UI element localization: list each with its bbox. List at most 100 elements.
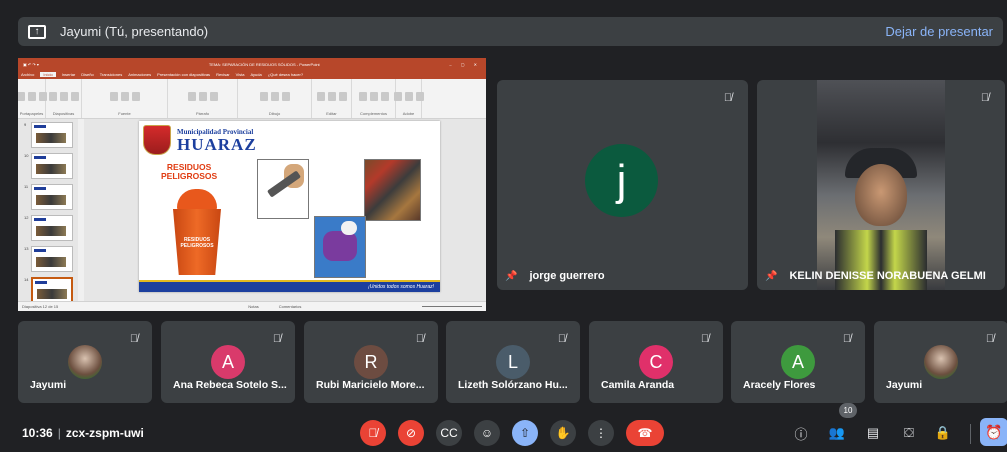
participants-count-badge: 10 xyxy=(839,403,857,418)
stop-presenting-button[interactable]: Dejar de presentar xyxy=(885,24,993,39)
slide-number: 13 xyxy=(24,246,29,251)
activities-button[interactable]: ⛋ xyxy=(898,422,920,444)
slide-footer-text: ¡Unidos todos somos Huaraz! xyxy=(368,284,434,290)
pin-icon[interactable]: 📌 xyxy=(765,271,777,282)
ppt-comments-button[interactable]: Comentarios xyxy=(279,304,302,309)
ppt-menu-tab[interactable]: Inicio xyxy=(40,72,56,77)
slide-preview xyxy=(31,153,73,179)
ribbon-group[interactable]: Párrafo xyxy=(168,79,238,118)
ppt-menu-tab[interactable]: Insertar xyxy=(62,72,76,77)
ppt-menu-tab[interactable]: Transiciones xyxy=(100,72,123,77)
participant-name: 📌 jorge guerrero xyxy=(505,270,605,282)
participant-tile[interactable]: 🎙̸ Jayumi xyxy=(874,321,1007,403)
emoji-button[interactable]: ☺ xyxy=(474,420,500,446)
participant-tile-kelin[interactable]: 🎙̸ 📌 KELIN DENISSE NORABUENA GELMI xyxy=(757,80,1005,290)
slide-area: Municipalidad Provincial HUARAZ RESIDUOS… xyxy=(84,119,486,301)
more-vert-icon: ⋮ xyxy=(595,426,607,440)
alarm-button[interactable]: ⏰ xyxy=(980,418,1007,446)
ribbon-group-label: Portapapeles xyxy=(19,111,44,116)
slide-preview xyxy=(31,122,73,148)
participant-tile[interactable]: 🎙̸ C Camila Aranda xyxy=(589,321,723,403)
lock-person-icon: 🔒 xyxy=(934,425,952,440)
ribbon-group[interactable]: Adobe xyxy=(393,79,424,118)
ribbon-group[interactable]: Diapositivas xyxy=(46,79,82,118)
people-button[interactable]: 👥 xyxy=(826,422,848,444)
slide-thumbnails: 9101112131415 xyxy=(18,119,78,311)
alarm-icon: ⏰ xyxy=(985,423,1003,440)
mic-off-icon: 🎙̸ xyxy=(980,92,990,104)
host-controls-button[interactable]: 🔒 xyxy=(932,422,954,444)
ribbon-group[interactable]: Dibujo xyxy=(238,79,312,118)
mic-off-icon: 🎙̸ xyxy=(842,333,852,345)
avatar: L xyxy=(496,345,530,379)
ribbon-group-label: Fuente xyxy=(118,111,131,116)
slide-thumbnail[interactable]: 9 xyxy=(24,122,75,148)
camera-toggle-button[interactable]: ⊘ xyxy=(398,420,424,446)
people-icon: 👥 xyxy=(828,425,846,440)
ribbon-group-label: Editar xyxy=(326,111,337,116)
participant-name: Ana Rebeca Sotelo S... xyxy=(173,379,287,391)
participant-name: Lizeth Solórzano Hu... xyxy=(458,379,568,391)
more-options-button[interactable]: ⋮ xyxy=(588,420,614,446)
participant-tile[interactable]: 🎙̸ L Lizeth Solórzano Hu... xyxy=(446,321,580,403)
participant-name: 📌 KELIN DENISSE NORABUENA GELMI xyxy=(765,270,986,282)
participant-name: Jayumi xyxy=(30,379,67,391)
mic-off-icon: 🎙̸ xyxy=(129,333,139,345)
ribbon-group-label: Dibujo xyxy=(268,111,281,116)
ppt-zoom-slider[interactable] xyxy=(422,306,482,307)
slide-number: 14 xyxy=(24,277,29,282)
bin-label-line2: PELIGROSOS xyxy=(180,243,214,249)
presenting-banner: ↑ Jayumi (Tú, presentando) Dejar de pres… xyxy=(18,17,1003,46)
slide-number: 11 xyxy=(24,184,29,189)
slide-thumbnail[interactable]: 13 xyxy=(24,246,75,272)
ppt-menu-tab[interactable]: Animaciones xyxy=(128,72,151,77)
ribbon-group[interactable]: Fuente xyxy=(82,79,168,118)
current-slide: Municipalidad Provincial HUARAZ RESIDUOS… xyxy=(139,121,440,292)
participant-tile[interactable]: 🎙̸ Jayumi xyxy=(18,321,152,403)
slide-city: HUARAZ xyxy=(177,135,257,154)
slide-thumbnail[interactable]: 14 xyxy=(24,277,75,303)
leave-call-button[interactable]: ☎ xyxy=(626,420,664,446)
ppt-menu-tabs: Archivo Inicio Insertar Diseño Transiciones A… xyxy=(18,70,486,79)
participant-tile[interactable]: 🎙̸ A Aracely Flores xyxy=(731,321,865,403)
slide-footer: ¡Unidos todos somos Huaraz! xyxy=(139,280,440,292)
ppt-menu-tab[interactable]: Vista xyxy=(236,72,245,77)
ppt-menu-tab[interactable]: Ayuda xyxy=(250,72,261,77)
captions-button[interactable]: CC xyxy=(436,420,462,446)
ribbon-group[interactable]: Editar xyxy=(312,79,352,118)
chat-button[interactable]: ▤ xyxy=(862,422,884,444)
raise-hand-button[interactable]: ✋ xyxy=(550,420,576,446)
ppt-body: 9101112131415 Municipalidad Provincial H… xyxy=(18,119,486,311)
ppt-menu-tab[interactable]: Archivo xyxy=(21,72,34,77)
ppt-menu-tab[interactable]: Revisar xyxy=(216,72,230,77)
ppt-window-title: TEMA: SEPARACIÓN DE RESIDUOS SÓLIDOS - P… xyxy=(208,61,320,67)
participant-video xyxy=(817,80,945,290)
slide-number: 9 xyxy=(24,122,27,127)
participant-tile[interactable]: 🎙̸ R Rubi Maricielo More... xyxy=(304,321,438,403)
present-button[interactable]: ⇧ xyxy=(512,420,538,446)
slide-thumbnail[interactable]: 12 xyxy=(24,215,75,241)
participant-tile-jorge[interactable]: 🎙̸ j 📌 jorge guerrero xyxy=(497,80,748,290)
slide-thumbnail[interactable]: 11 xyxy=(24,184,75,210)
avatar: R xyxy=(354,345,388,379)
meeting-info: 10:36 | zcx-zspm-uwi xyxy=(22,426,144,440)
mic-off-icon: 🎙̸ xyxy=(700,333,710,345)
slide-preview xyxy=(31,215,73,241)
ppt-menu-tab[interactable]: Presentación con diapositivas xyxy=(157,72,210,77)
ppt-menu-tab[interactable]: Diseño xyxy=(81,72,93,77)
participant-tile[interactable]: 🎙̸ A Ana Rebeca Sotelo S... xyxy=(161,321,295,403)
ribbon-group[interactable]: Complementos xyxy=(352,79,396,118)
mic-off-icon: 🎙̸ xyxy=(368,426,378,440)
ribbon-group-label: Adobe xyxy=(402,111,415,116)
ppt-titlebar: ▣ ↶ ↷ ▾ TEMA: SEPARACIÓN DE RESIDUOS SÓL… xyxy=(18,58,486,70)
mic-off-icon: 🎙̸ xyxy=(415,333,425,345)
ppt-notes-button[interactable]: Notas xyxy=(248,304,258,309)
ppt-menu-tab[interactable]: ¿Qué desea hacer? xyxy=(268,72,303,77)
mic-toggle-button[interactable]: 🎙̸ xyxy=(360,420,386,446)
mic-off-icon: 🎙̸ xyxy=(557,333,567,345)
pin-icon[interactable]: 📌 xyxy=(505,271,517,282)
slide-thumbnail[interactable]: 10 xyxy=(24,153,75,179)
ribbon-group[interactable]: Portapapeles xyxy=(18,79,47,118)
meeting-details-button[interactable]: ⓘ xyxy=(790,422,812,444)
mic-off-icon: 🎙̸ xyxy=(272,333,282,345)
